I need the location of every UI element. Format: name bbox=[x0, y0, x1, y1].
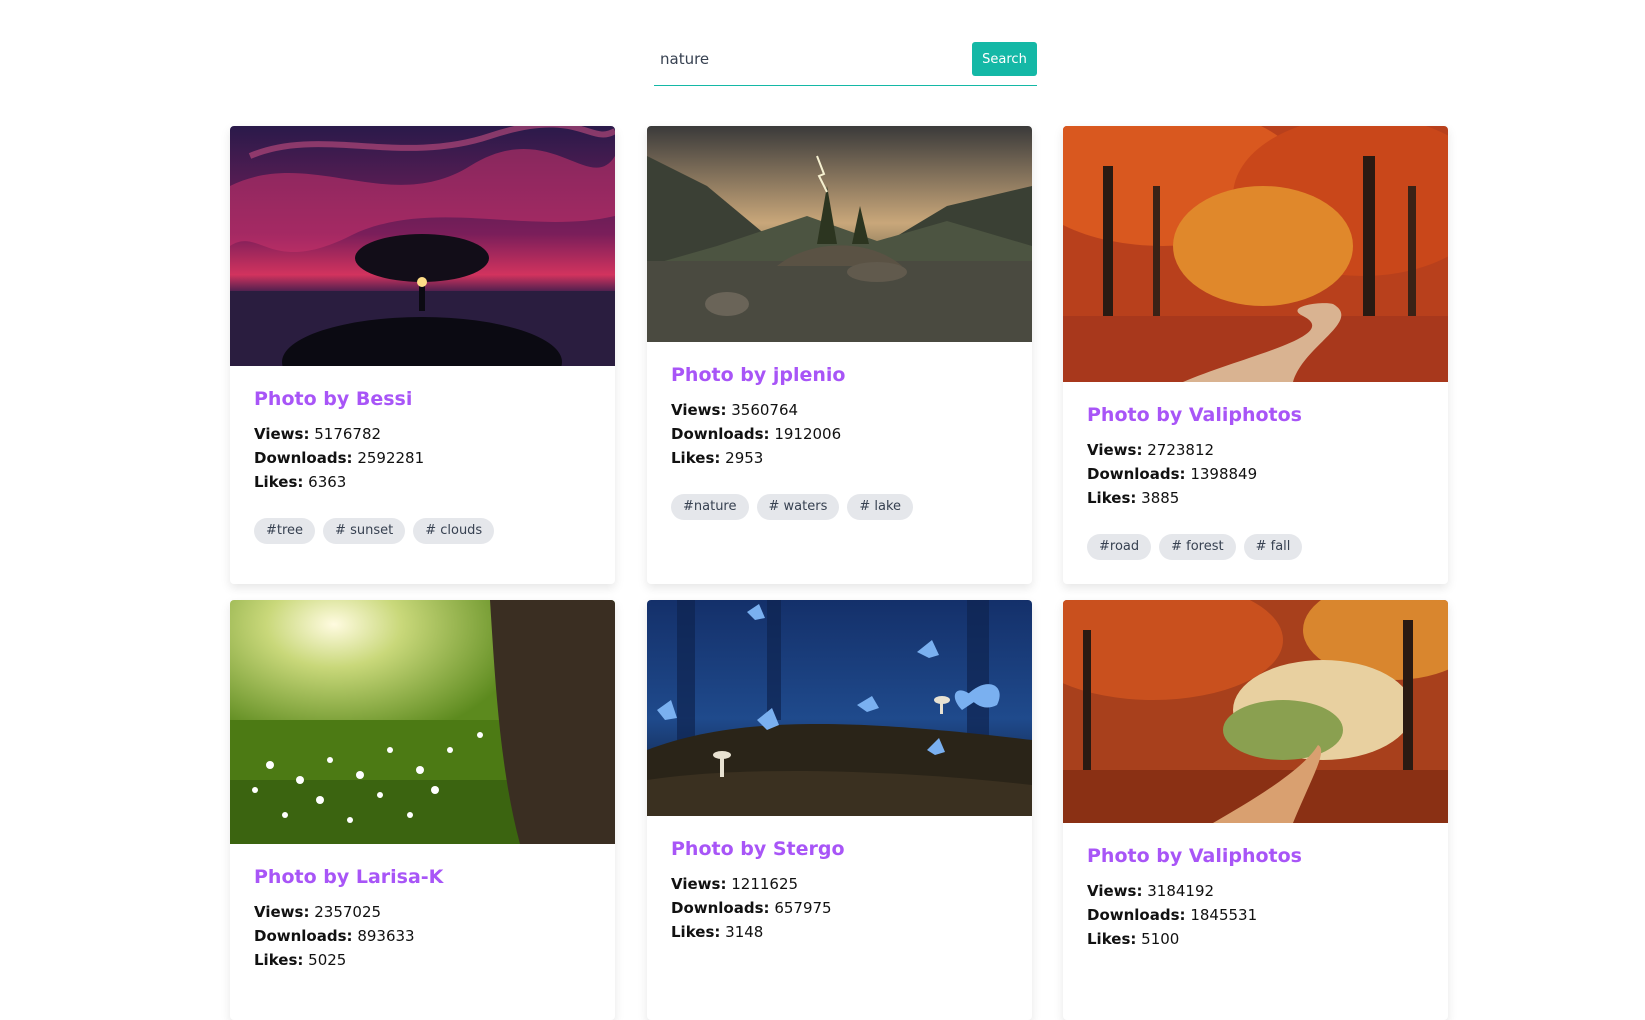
tag-badge[interactable]: # fall bbox=[1243, 534, 1303, 560]
stat-label: Likes: bbox=[254, 951, 304, 969]
search-bar: Search bbox=[654, 42, 1037, 86]
photo-card[interactable]: Photo by Stergo Views: 1211625 Downloads… bbox=[647, 600, 1032, 1020]
stat-value: 3184192 bbox=[1147, 882, 1215, 900]
stat-views: Views: 3560764 bbox=[671, 398, 1008, 422]
stat-views: Views: 2357025 bbox=[254, 900, 591, 924]
tag-list: #tree # sunset # clouds bbox=[254, 518, 591, 544]
stat-label: Likes: bbox=[671, 923, 721, 941]
stat-label: Likes: bbox=[1087, 930, 1137, 948]
stat-label: Views: bbox=[1087, 882, 1143, 900]
photo-card[interactable]: Photo by Valiphotos Views: 3184192 Downl… bbox=[1063, 600, 1448, 1020]
card-title: Photo by Valiphotos bbox=[1087, 845, 1302, 867]
stat-label: Views: bbox=[671, 401, 727, 419]
stat-downloads: Downloads: 657975 bbox=[671, 896, 1008, 920]
stat-value: 2723812 bbox=[1147, 441, 1215, 459]
tag-badge[interactable]: # waters bbox=[756, 494, 840, 520]
photo-card[interactable]: Photo by Valiphotos Views: 2723812 Downl… bbox=[1063, 126, 1448, 584]
stat-value: 3885 bbox=[1141, 489, 1180, 507]
stat-label: Likes: bbox=[671, 449, 721, 467]
stat-value: 6363 bbox=[308, 473, 347, 491]
stat-label: Downloads: bbox=[671, 899, 770, 917]
tag-list: #nature # waters # lake bbox=[671, 494, 1008, 520]
stat-value: 1398849 bbox=[1190, 465, 1258, 483]
stat-views: Views: 1211625 bbox=[671, 872, 1008, 896]
stat-label: Views: bbox=[254, 425, 310, 443]
stat-label: Views: bbox=[671, 875, 727, 893]
tag-badge[interactable]: # clouds bbox=[413, 518, 495, 544]
photo-image-butterflies-forest[interactable] bbox=[647, 600, 1032, 816]
stat-downloads: Downloads: 893633 bbox=[254, 924, 591, 948]
stat-likes: Likes: 5100 bbox=[1087, 927, 1424, 951]
stat-value: 1912006 bbox=[774, 425, 842, 443]
card-title: Photo by jplenio bbox=[671, 364, 846, 386]
stat-value: 2953 bbox=[725, 449, 764, 467]
stat-label: Likes: bbox=[1087, 489, 1137, 507]
photo-image-sunset-tree[interactable] bbox=[230, 126, 615, 366]
stat-likes: Likes: 3885 bbox=[1087, 486, 1424, 510]
tag-badge[interactable]: # lake bbox=[847, 494, 914, 520]
photo-image-autumn-forest-road[interactable] bbox=[1063, 126, 1448, 382]
stat-downloads: Downloads: 1912006 bbox=[671, 422, 1008, 446]
stat-likes: Likes: 6363 bbox=[254, 470, 591, 494]
card-title: Photo by Bessi bbox=[254, 388, 413, 410]
photo-image-autumn-path[interactable] bbox=[1063, 600, 1448, 823]
stat-label: Likes: bbox=[254, 473, 304, 491]
stat-label: Views: bbox=[254, 903, 310, 921]
card-title: Photo by Larisa-K bbox=[254, 866, 444, 888]
stat-label: Downloads: bbox=[254, 449, 353, 467]
photo-card[interactable]: Photo by Larisa-K Views: 2357025 Downloa… bbox=[230, 600, 615, 1020]
stat-label: Views: bbox=[1087, 441, 1143, 459]
stat-likes: Likes: 5025 bbox=[254, 948, 591, 972]
stat-value: 3560764 bbox=[731, 401, 799, 419]
stat-views: Views: 3184192 bbox=[1087, 879, 1424, 903]
stat-value: 893633 bbox=[357, 927, 415, 945]
stat-label: Downloads: bbox=[254, 927, 353, 945]
search-input[interactable] bbox=[660, 42, 960, 76]
stat-downloads: Downloads: 1398849 bbox=[1087, 462, 1424, 486]
tag-list: #road # forest # fall bbox=[1087, 534, 1424, 560]
stat-value: 5025 bbox=[308, 951, 347, 969]
stat-label: Downloads: bbox=[1087, 465, 1186, 483]
stat-downloads: Downloads: 2592281 bbox=[254, 446, 591, 470]
photo-image-mountain-lake[interactable] bbox=[647, 126, 1032, 342]
stat-value: 2357025 bbox=[314, 903, 382, 921]
photo-image-meadow-flowers[interactable] bbox=[230, 600, 615, 844]
card-title: Photo by Stergo bbox=[671, 838, 845, 860]
stat-likes: Likes: 2953 bbox=[671, 446, 1008, 470]
stat-label: Downloads: bbox=[671, 425, 770, 443]
stat-value: 5176782 bbox=[314, 425, 382, 443]
tag-badge[interactable]: # forest bbox=[1159, 534, 1236, 560]
tag-badge[interactable]: # sunset bbox=[323, 518, 406, 544]
tag-badge[interactable]: #road bbox=[1087, 534, 1152, 560]
stat-value: 1211625 bbox=[731, 875, 799, 893]
stat-value: 5100 bbox=[1141, 930, 1180, 948]
stat-downloads: Downloads: 1845531 bbox=[1087, 903, 1424, 927]
tag-badge[interactable]: #nature bbox=[671, 494, 749, 520]
stat-value: 3148 bbox=[725, 923, 764, 941]
stat-views: Views: 5176782 bbox=[254, 422, 591, 446]
stat-label: Downloads: bbox=[1087, 906, 1186, 924]
stat-value: 2592281 bbox=[357, 449, 425, 467]
search-button[interactable]: Search bbox=[972, 42, 1037, 76]
photo-card[interactable]: Photo by Bessi Views: 5176782 Downloads:… bbox=[230, 126, 615, 584]
card-title: Photo by Valiphotos bbox=[1087, 404, 1302, 426]
stat-value: 1845531 bbox=[1190, 906, 1258, 924]
stat-value: 657975 bbox=[774, 899, 832, 917]
stat-views: Views: 2723812 bbox=[1087, 438, 1424, 462]
photo-card[interactable]: Photo by jplenio Views: 3560764 Download… bbox=[647, 126, 1032, 584]
stat-likes: Likes: 3148 bbox=[671, 920, 1008, 944]
tag-badge[interactable]: #tree bbox=[254, 518, 316, 544]
